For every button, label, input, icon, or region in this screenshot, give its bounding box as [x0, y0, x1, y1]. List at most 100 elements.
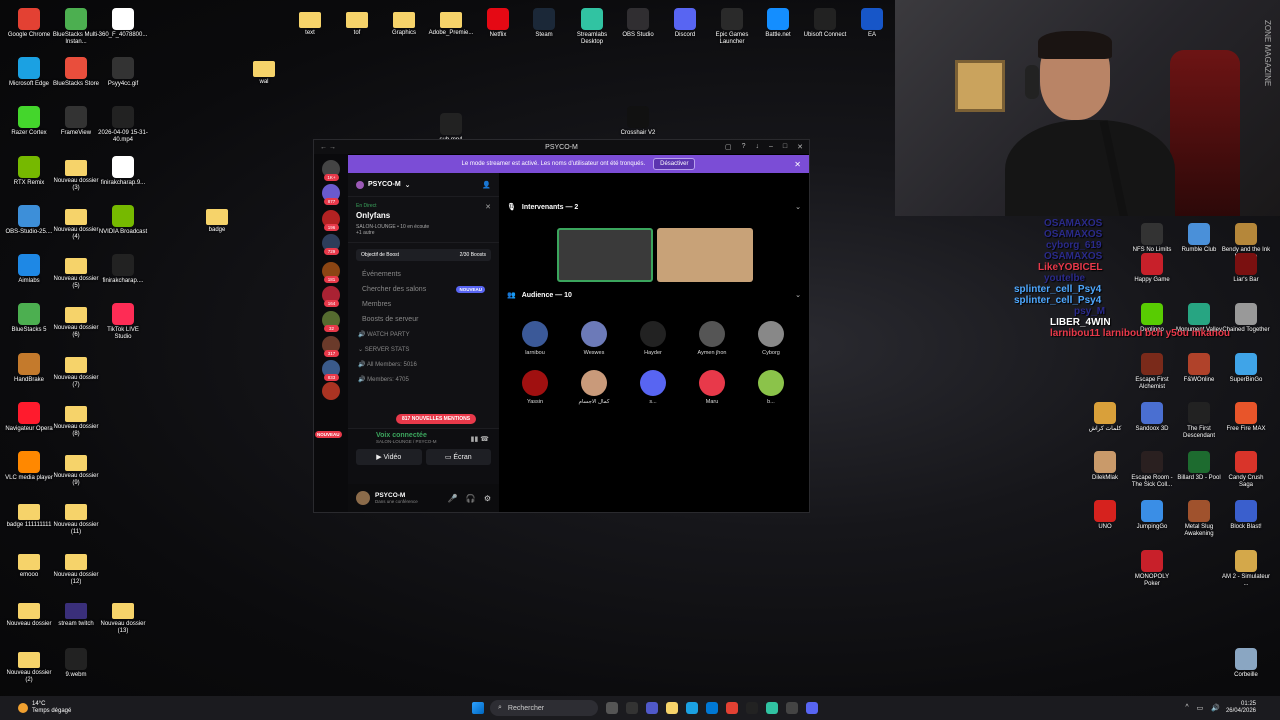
desktop-icon[interactable]: Billard 3D - Pool — [1174, 451, 1224, 482]
noise-icon[interactable]: ▮▮ — [471, 436, 479, 443]
desktop-icon[interactable]: Netflix — [473, 8, 523, 39]
audience-member[interactable]: b... — [751, 370, 791, 405]
disconnect-icon[interactable]: ☎ — [480, 436, 489, 443]
audience-member[interactable]: Maru — [692, 370, 732, 405]
desktop-icon[interactable]: Psyy4cc.gif — [98, 57, 148, 88]
desktop-icon[interactable]: finirakcharap.9... — [98, 156, 148, 187]
weather-widget[interactable]: 14°C Temps dégagé — [18, 701, 71, 715]
audience-member[interactable]: Aymen jhon — [692, 321, 732, 356]
desktop-icon[interactable]: finirakcharap.... — [98, 254, 148, 285]
desktop-icon[interactable]: Nouveau dossier (13) — [98, 599, 148, 635]
discord-icon[interactable] — [806, 702, 818, 714]
desktop-icon[interactable]: TikTok LIVE Studio — [98, 303, 148, 341]
help-icon[interactable]: ? — [742, 143, 746, 151]
desktop-icon[interactable]: HandBrake — [4, 353, 54, 384]
speakers-header[interactable]: 🎙 Intervenants — 2 ⌄ — [507, 203, 801, 212]
desktop-icon[interactable]: Sandoox 3D — [1127, 402, 1177, 433]
channel-watch-party[interactable]: 🔊 WATCH PARTY — [348, 327, 499, 342]
desktop-icon[interactable]: Escape Room - The Sick Coll... — [1127, 451, 1177, 489]
add-user-icon[interactable]: 👤 — [482, 181, 491, 189]
desktop-icon[interactable]: EA — [847, 8, 897, 39]
boost-goal[interactable]: Objectif de Boost 2/30 Boosts — [356, 249, 491, 261]
desktop-icon[interactable]: Adobe_Premie... — [426, 8, 476, 37]
audience-header[interactable]: 👥 Audience — 10 ⌄ — [507, 291, 801, 300]
desktop-icon[interactable]: 360_F_4078800... — [98, 8, 148, 39]
desktop-icon[interactable]: UNO — [1080, 500, 1130, 531]
audience-member[interactable]: s... — [633, 370, 673, 405]
desktop-icon[interactable]: Nouveau dossier — [4, 599, 54, 628]
desktop-icon[interactable]: stream twitch — [51, 599, 101, 628]
desktop-icon[interactable]: 2026-04-09 15-31-40.mp4 — [98, 106, 148, 144]
desktop-icon[interactable]: SuperBinGo — [1221, 353, 1271, 384]
start-button[interactable] — [472, 702, 484, 714]
desktop-icon[interactable]: Discord — [660, 8, 710, 39]
desktop-icon[interactable]: NVIDIA Broadcast — [98, 205, 148, 236]
desktop-icon[interactable]: Nouveau dossier (4) — [51, 205, 101, 241]
channel-members[interactable]: 🔊 Members: 4705 — [348, 372, 499, 387]
app-icon[interactable] — [786, 702, 798, 714]
server-header[interactable]: PSYCO-M ⌄ 👤 — [348, 173, 499, 197]
desktop-icon[interactable]: Battle.net — [753, 8, 803, 39]
close-banner-icon[interactable]: ✕ — [794, 160, 801, 169]
audience-member[interactable]: Hayder — [633, 321, 673, 356]
close-button[interactable]: ✕ — [797, 143, 803, 151]
category-server-stats[interactable]: ⌄ SERVER STATS — [348, 342, 499, 357]
desktop-icon[interactable]: Nouveau dossier (2) — [4, 648, 54, 684]
chevron-up-icon[interactable]: ^ — [1185, 704, 1188, 712]
audience-member[interactable]: Weswes — [574, 321, 614, 356]
desktop-icon[interactable]: Corbeille — [1221, 648, 1271, 679]
screen-button[interactable]: ▭ Écran — [425, 449, 491, 465]
desktop-icon[interactable]: Nouveau dossier (5) — [51, 254, 101, 290]
desktop-icon[interactable]: tof — [332, 8, 382, 37]
download-icon[interactable]: ↓ — [755, 143, 759, 151]
teams-icon[interactable] — [646, 702, 658, 714]
desktop-icon[interactable]: Steam — [519, 8, 569, 39]
desktop-icon[interactable]: VLC media player — [4, 451, 54, 482]
desktop-icon[interactable]: Nouveau dossier (7) — [51, 353, 101, 389]
settings-gear-icon[interactable]: ⚙ — [484, 494, 491, 503]
desktop-icon[interactable]: wal — [239, 57, 289, 86]
minimize-button[interactable]: – — [769, 143, 773, 151]
avatar[interactable] — [356, 491, 370, 505]
desktop-icon[interactable]: Graphics — [379, 8, 429, 37]
desktop-icon[interactable]: Nouveau dossier (6) — [51, 303, 101, 339]
server-menu-item[interactable]: Boosts de serveur — [348, 312, 499, 327]
desktop-icon[interactable]: Aimlabs — [4, 254, 54, 285]
server-menu-item[interactable]: Chercher des salons NOUVEAU — [348, 282, 499, 297]
desktop-icon[interactable]: Microsoft Edge — [4, 57, 54, 88]
search-bar[interactable]: ⌕ Rechercher — [490, 700, 598, 716]
desktop-icon[interactable]: Metal Slug Awakening — [1174, 500, 1224, 538]
edge-icon[interactable] — [686, 702, 698, 714]
server-menu-item[interactable]: Événements — [348, 267, 499, 282]
desktop-icon[interactable]: Ubisoft Connect — [800, 8, 850, 39]
desktop-icon[interactable]: DilekMlak — [1080, 451, 1130, 482]
desktop-icon[interactable]: Nouveau dossier (12) — [51, 550, 101, 586]
desktop-icon[interactable]: RTX Remix — [4, 156, 54, 187]
desktop-icon[interactable]: OBS-Studio-25.... — [4, 205, 54, 236]
desktop-icon[interactable]: 9.webm — [51, 648, 101, 679]
microphone-icon[interactable]: 🎤 — [448, 494, 458, 503]
desktop-icon[interactable]: badge 111111111 — [4, 500, 54, 529]
desktop-icon[interactable]: Navigateur Opera — [4, 402, 54, 433]
desktop-icon[interactable]: BlueStacks Multi-Instan... — [51, 8, 101, 46]
chrome-icon[interactable] — [726, 702, 738, 714]
clock[interactable]: 01:25 26/04/2026 — [1226, 701, 1256, 715]
headphones-icon[interactable]: 🎧 — [466, 494, 476, 503]
speaker-tile[interactable] — [657, 228, 753, 282]
desktop-icon[interactable]: BlueStacks Store — [51, 57, 101, 88]
desktop-icon[interactable]: Candy Crush Saga — [1221, 451, 1271, 489]
desktop-icon[interactable]: Crosshair V2 — [613, 106, 663, 137]
desktop-icon[interactable]: MONOPOLY Poker — [1127, 550, 1177, 588]
desktop-icon[interactable]: Nouveau dossier (11) — [51, 500, 101, 536]
speaker-tile[interactable] — [557, 228, 653, 282]
nav-arrows[interactable]: ← → — [320, 144, 336, 151]
audience-member[interactable]: larnibou — [515, 321, 555, 356]
desktop-icon[interactable]: F&WOnline — [1174, 353, 1224, 384]
disable-streamer-button[interactable]: Désactiver — [653, 158, 696, 170]
desktop-icon[interactable]: Nouveau dossier (3) — [51, 156, 101, 192]
server-icon[interactable] — [322, 382, 340, 400]
audience-member[interactable]: Yassin — [515, 370, 555, 405]
desktop-icon[interactable]: Google Chrome — [4, 8, 54, 39]
network-icon[interactable]: ▭ — [1197, 704, 1204, 712]
desktop-icon[interactable]: text — [285, 8, 335, 37]
